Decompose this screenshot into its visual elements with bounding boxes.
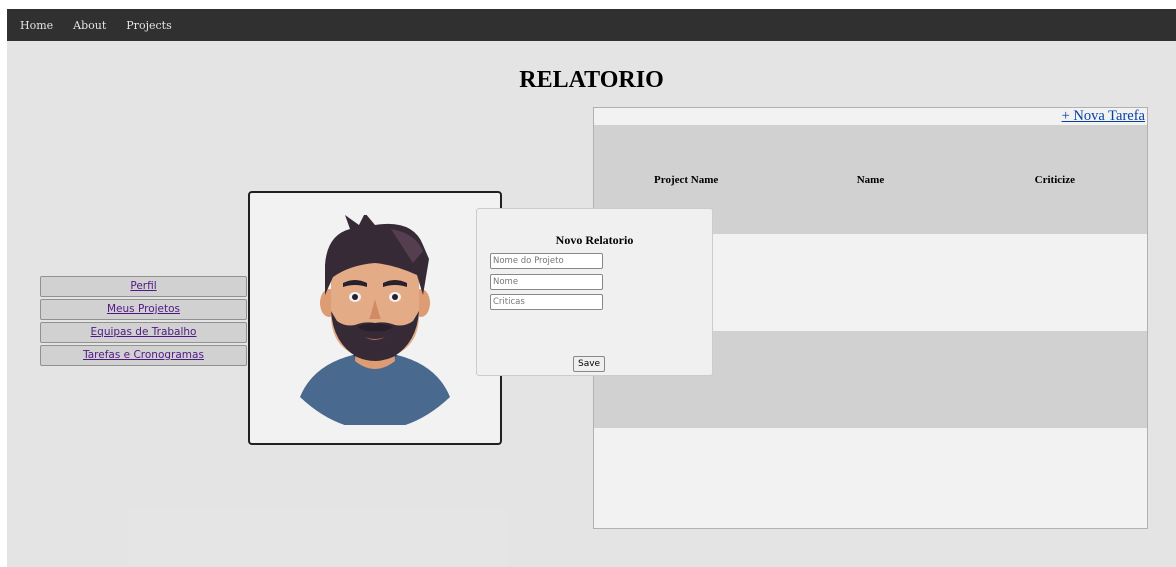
modal-title: Novo Relatorio <box>555 233 634 247</box>
app-frame: Home About Projects RELATORIO Perfil Meu… <box>7 9 1176 567</box>
project-name-input[interactable] <box>490 253 603 269</box>
novo-relatorio-modal: Novo Relatorio Save <box>476 208 713 376</box>
save-button[interactable]: Save <box>573 356 606 372</box>
criticas-input[interactable] <box>490 294 603 310</box>
name-input[interactable] <box>490 274 603 290</box>
